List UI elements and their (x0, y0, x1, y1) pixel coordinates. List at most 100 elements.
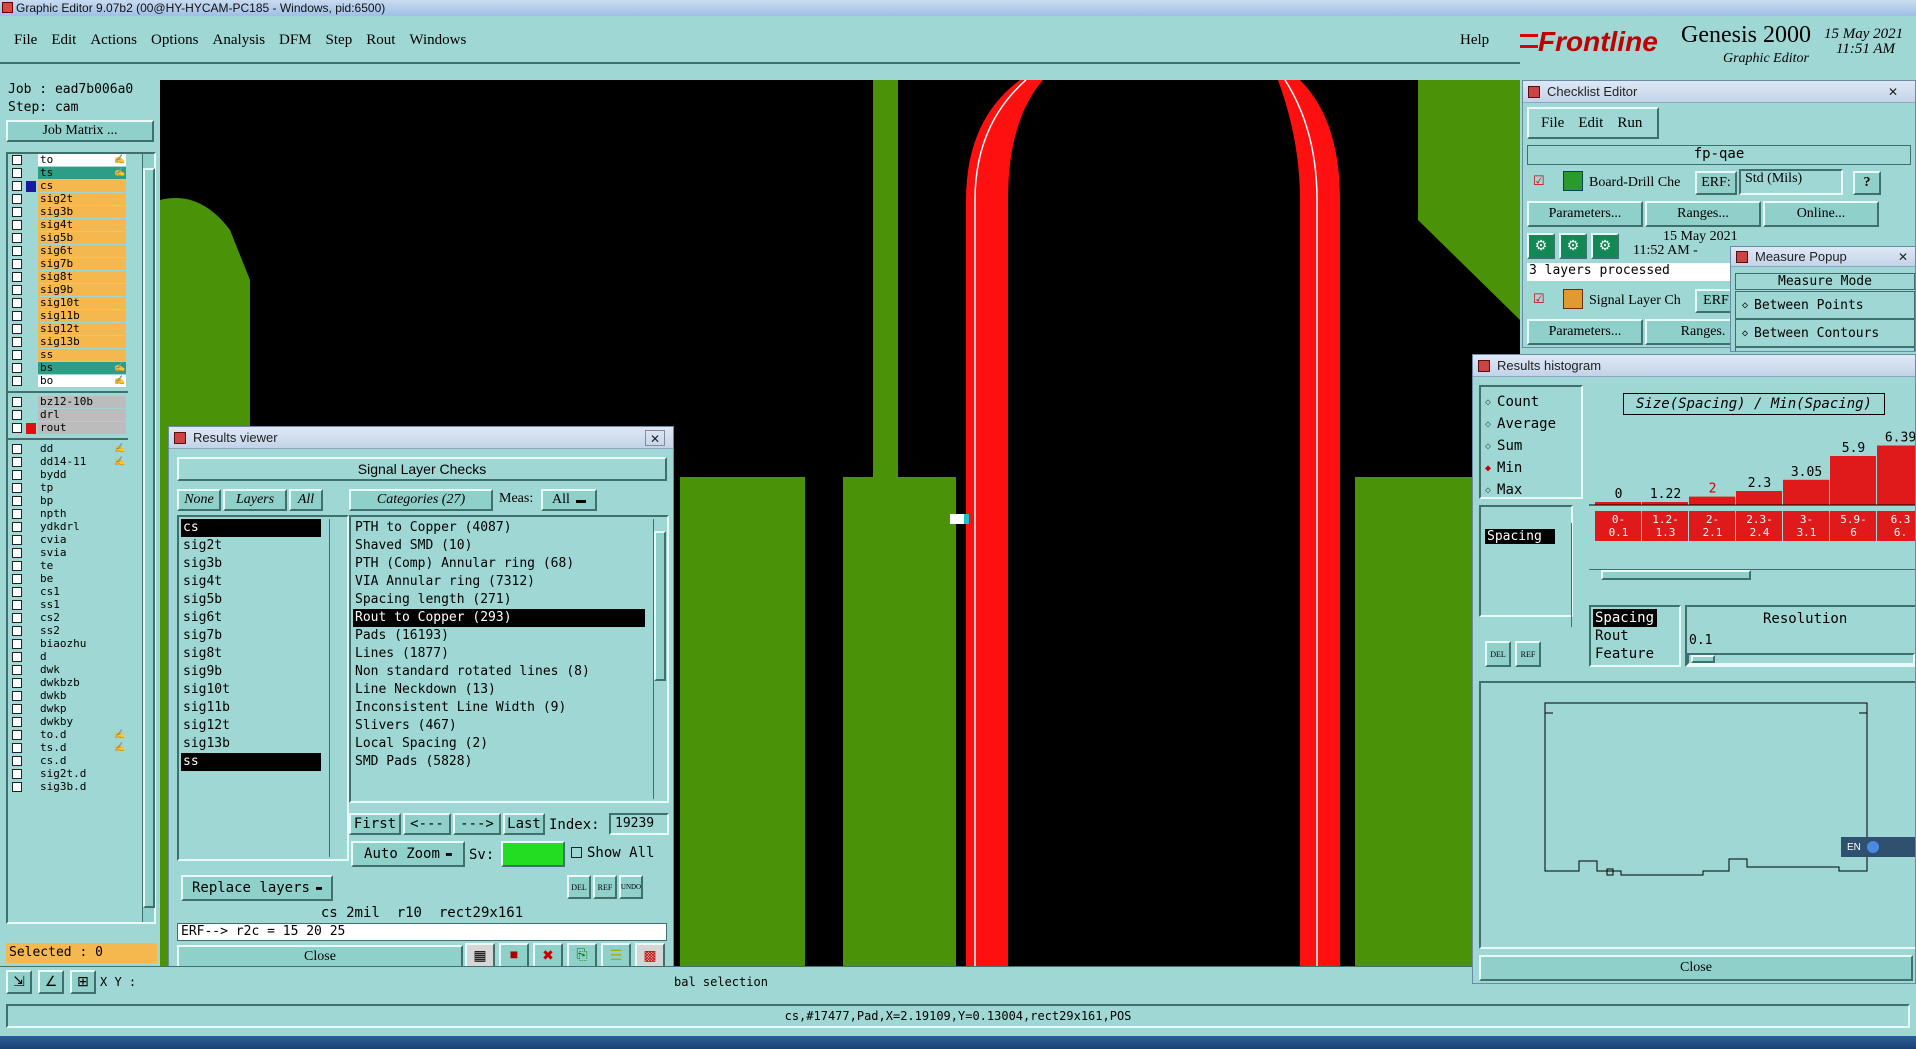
layer-checkbox[interactable] (12, 168, 22, 178)
erf-value[interactable]: Std (Mils) (1739, 169, 1843, 195)
layer-checkbox[interactable] (12, 756, 22, 766)
layer-row[interactable]: sig12t (8, 323, 128, 336)
layer-checkbox[interactable] (12, 363, 22, 373)
layer-name[interactable]: sig5b (38, 232, 126, 244)
layer-row[interactable]: sig2t (8, 193, 128, 206)
close-icon[interactable]: ✕ (1893, 249, 1913, 265)
layer-checkbox[interactable] (12, 600, 22, 610)
menu-windows[interactable]: Windows (409, 32, 466, 49)
sv-color-select[interactable] (501, 841, 565, 867)
layer-row[interactable]: cs (8, 180, 128, 193)
measure-option[interactable]: ◇ Between Contours (1735, 319, 1915, 347)
kind-item[interactable]: Rout (1593, 627, 1657, 645)
layer-name[interactable]: ss2 (38, 625, 126, 637)
layer-name[interactable]: dwkp (38, 703, 126, 715)
layer-name[interactable]: dwkby (38, 716, 126, 728)
result-layer-item[interactable]: sig6t (181, 609, 321, 627)
show-all-checkbox[interactable] (571, 847, 582, 858)
menu-analysis[interactable]: Analysis (213, 32, 266, 49)
histogram-bar[interactable] (1689, 496, 1735, 505)
layer-name[interactable]: sig9b (38, 284, 126, 296)
layer-row[interactable]: ss2 (8, 625, 128, 638)
layer-row[interactable]: dd ✍ (8, 443, 128, 456)
layer-row[interactable]: sig4t (8, 219, 128, 232)
layer-checkbox[interactable] (12, 613, 22, 623)
layer-checkbox[interactable] (12, 246, 22, 256)
result-layer-item[interactable]: cs (181, 519, 321, 537)
layer-row[interactable]: bp (8, 495, 128, 508)
layer-name[interactable]: be (38, 573, 126, 585)
job-matrix-button[interactable]: Job Matrix ... (6, 120, 154, 142)
layer-name[interactable]: sig6t (38, 245, 126, 257)
layer-name[interactable]: te (38, 560, 126, 572)
layer-name[interactable]: npth (38, 508, 126, 520)
layer-checkbox[interactable] (12, 730, 22, 740)
layer-checkbox[interactable] (12, 324, 22, 334)
layer-name[interactable]: tp (38, 482, 126, 494)
layer-row[interactable]: sig13b (8, 336, 128, 349)
layer-name[interactable]: dwkb (38, 690, 126, 702)
layer-checkbox[interactable] (12, 272, 22, 282)
layer-checkbox[interactable] (12, 743, 22, 753)
layer-name[interactable]: dd14-11 (38, 456, 126, 468)
ref-button[interactable]: REF (1515, 641, 1541, 667)
layer-checkbox[interactable] (12, 691, 22, 701)
layer-name[interactable]: cs.d (38, 755, 126, 767)
layer-row[interactable]: biaozhu (8, 638, 128, 651)
layer-row[interactable]: d (8, 651, 128, 664)
category-item[interactable]: VIA Annular ring (7312) (353, 573, 645, 591)
layer-checkbox[interactable] (12, 337, 22, 347)
category-item[interactable]: PTH (Comp) Annular ring (68) (353, 555, 645, 573)
layer-name[interactable]: sig3b.d (38, 781, 126, 793)
layer-checkbox[interactable] (12, 769, 22, 779)
kind-item[interactable]: Spacing (1593, 609, 1657, 627)
category-item[interactable]: Spacing length (271) (353, 591, 645, 609)
result-layer-item[interactable]: sig8t (181, 645, 321, 663)
layer-row[interactable]: sig7b (8, 258, 128, 271)
layer-row[interactable]: dwkp (8, 703, 128, 716)
category-item[interactable]: PTH to Copper (4087) (353, 519, 645, 537)
none-button[interactable]: None (177, 489, 221, 511)
layer-row[interactable]: sig8t (8, 271, 128, 284)
layer-checkbox[interactable] (12, 509, 22, 519)
board-preview[interactable]: EN (1479, 681, 1915, 949)
menu-step[interactable]: Step (326, 32, 353, 49)
layer-checkbox[interactable] (12, 181, 22, 191)
layer-name[interactable]: bs (38, 362, 126, 374)
layer-row[interactable]: bo ✍ (8, 375, 128, 388)
checklist-menu-file[interactable]: File (1541, 115, 1564, 132)
language-bar[interactable]: EN (1841, 837, 1915, 857)
layer-row[interactable]: drl (8, 409, 128, 422)
layer-checkbox[interactable] (12, 233, 22, 243)
layer-checkbox[interactable] (12, 207, 22, 217)
layer-row[interactable]: sig3b (8, 206, 128, 219)
kind-item[interactable]: Feature (1593, 645, 1657, 663)
layer-row[interactable]: cvia (8, 534, 128, 547)
layer-row[interactable]: sig2t.d (8, 768, 128, 781)
layer-row[interactable]: to.d ✍ (8, 729, 128, 742)
layer-row[interactable]: bz12-10b (8, 396, 128, 409)
layer-checkbox[interactable] (12, 410, 22, 420)
category-item[interactable]: Line Neckdown (13) (353, 681, 645, 699)
layer-checkbox[interactable] (12, 704, 22, 714)
run-all-icon[interactable]: ⚙ (1591, 233, 1619, 259)
result-layer-item[interactable]: sig11b (181, 699, 321, 717)
layer-row[interactable]: bs ✍ (8, 362, 128, 375)
layer-row[interactable]: dwkb (8, 690, 128, 703)
layer-row[interactable]: sig10t (8, 297, 128, 310)
checkmark-icon[interactable]: ☑ (1533, 291, 1545, 307)
help-button[interactable]: ? (1853, 171, 1881, 195)
menu-rout[interactable]: Rout (366, 32, 395, 49)
run-check-icon[interactable]: ⚙ (1527, 233, 1555, 259)
layer-list-scrollbar[interactable] (329, 519, 343, 857)
menu-edit[interactable]: Edit (51, 32, 76, 49)
histogram-close-button[interactable]: Close (1479, 955, 1913, 981)
layer-row[interactable]: sig11b (8, 310, 128, 323)
result-layer-item[interactable]: sig4t (181, 573, 321, 591)
layer-checkbox[interactable] (12, 397, 22, 407)
layer-checkbox[interactable] (12, 483, 22, 493)
histogram-list[interactable] (1479, 505, 1573, 617)
ranges-button[interactable]: Ranges... (1645, 201, 1761, 227)
layer-row[interactable]: sig3b.d (8, 781, 128, 794)
layer-name[interactable]: drl (38, 409, 126, 421)
